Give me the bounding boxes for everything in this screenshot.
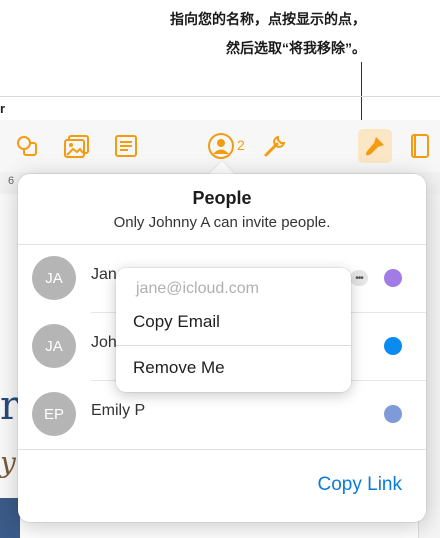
menu-email: jane@icloud.com <box>136 280 259 297</box>
document-italic-fragment: y <box>0 446 16 479</box>
media-icon[interactable] <box>64 133 90 159</box>
document-image-fragment <box>0 498 20 538</box>
person-name: Joh <box>91 334 117 351</box>
document-canvas-edge <box>0 194 20 538</box>
person-name: Jan <box>91 266 117 283</box>
avatar: EP <box>32 392 76 436</box>
person-color-dot <box>384 337 402 355</box>
avatar: JA <box>32 324 76 368</box>
window-top-divider <box>0 96 440 97</box>
format-brush-icon[interactable] <box>358 129 392 163</box>
more-options-icon[interactable]: ••• <box>350 270 368 286</box>
document-text-fragment: r <box>0 383 20 429</box>
person-name: Emily P <box>91 402 146 419</box>
collaborate-icon[interactable] <box>208 133 234 159</box>
wrench-icon[interactable] <box>262 133 288 159</box>
avatar: JA <box>32 256 76 300</box>
menu-spacer <box>116 300 351 301</box>
callout-line-1: 指向您的名称，点按显示的点， <box>170 11 366 27</box>
app-title-fragment: r <box>0 101 6 116</box>
collaborator-count: 2 <box>237 137 245 153</box>
document-icon[interactable] <box>407 133 433 159</box>
shapes-icon[interactable] <box>14 133 40 159</box>
footer-divider <box>18 449 426 450</box>
remove-me-button[interactable]: Remove Me <box>133 358 225 378</box>
callout-line-2: 然后选取“将我移除”。 <box>226 40 366 56</box>
copy-email-button[interactable]: Copy Email <box>133 312 220 332</box>
popover-title: People <box>192 188 252 208</box>
person-color-dot <box>384 269 402 287</box>
comment-icon[interactable] <box>113 133 139 159</box>
ruler-number: 6 <box>8 175 15 187</box>
copy-link-button[interactable]: Copy Link <box>318 474 403 496</box>
person-context-menu: jane@icloud.com Copy Email Remove Me <box>116 268 351 392</box>
popover-subtitle: Only Johnny A can invite people. <box>113 214 331 231</box>
menu-divider <box>116 345 351 346</box>
person-color-dot <box>384 405 402 423</box>
